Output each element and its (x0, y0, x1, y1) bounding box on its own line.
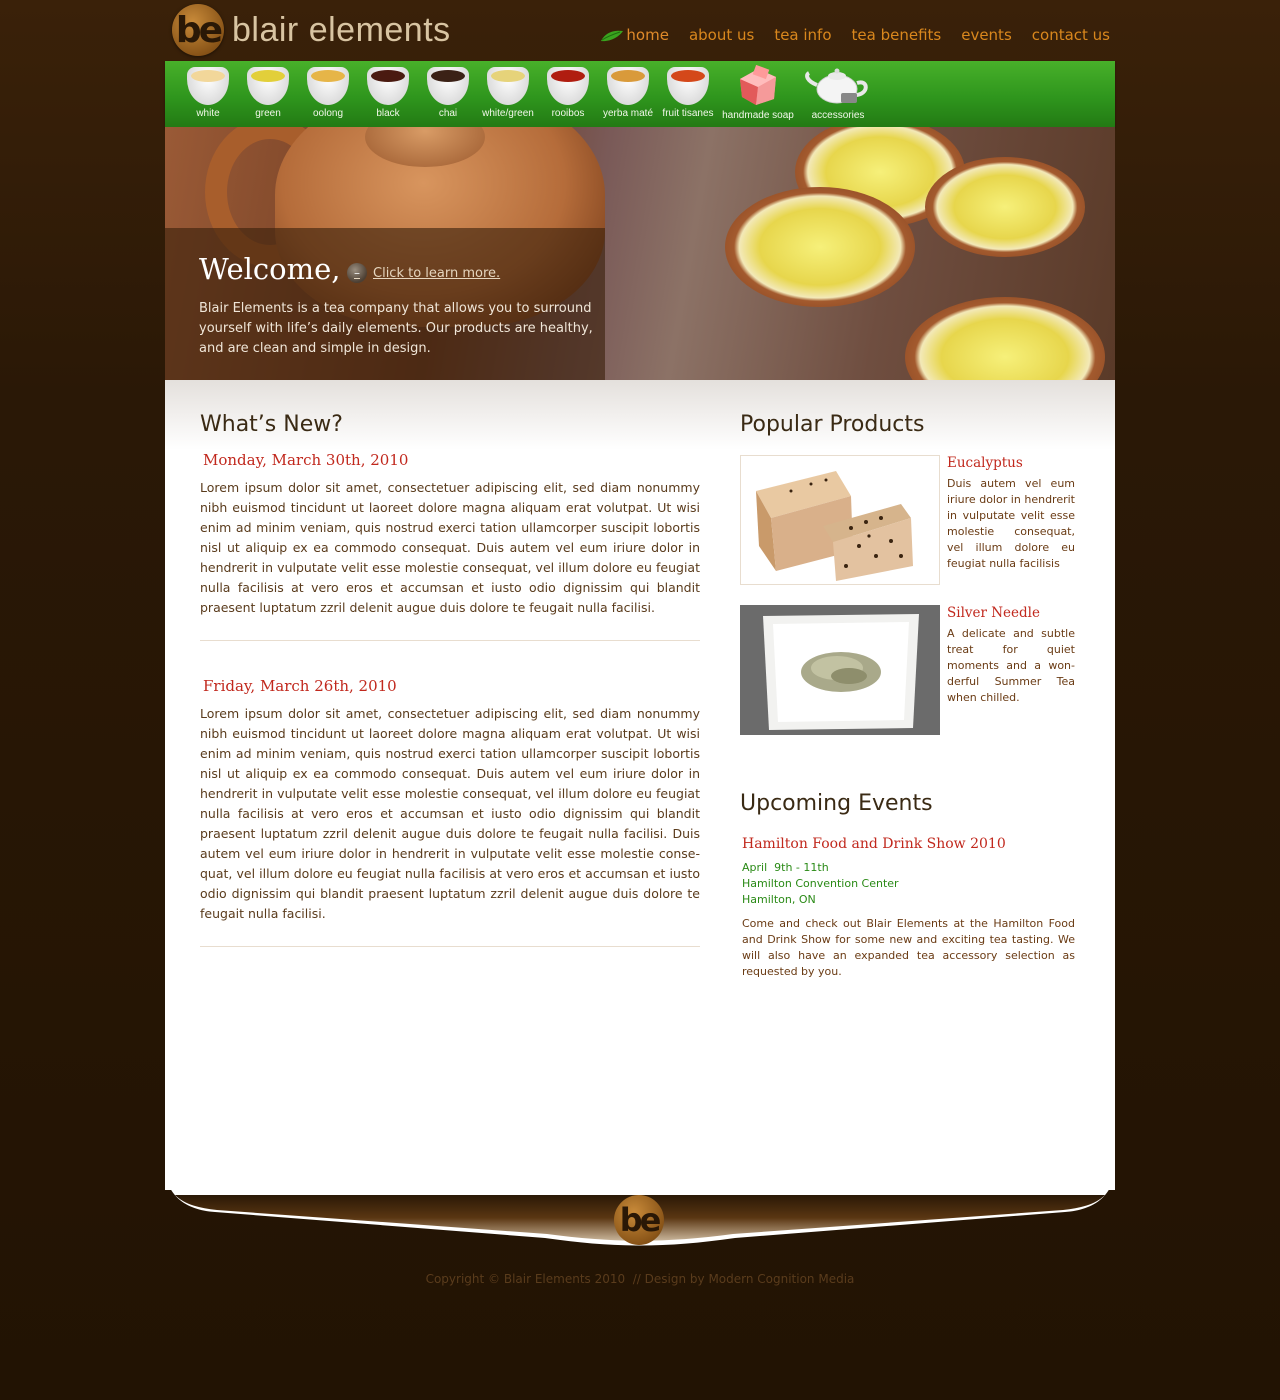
divider (200, 640, 700, 641)
minus-icon: – (347, 263, 367, 283)
nav-tea-info[interactable]: tea info (774, 26, 831, 44)
hero-description: Blair Elements is a tea company that all… (199, 301, 593, 356)
whats-new-section: What’s New? Monday, March 30th, 2010 Lor… (200, 412, 700, 947)
product-description: Duis autem vel eum iriure dolor in hendr… (947, 477, 1075, 570)
nav-about-us[interactable]: about us (689, 26, 754, 44)
post-date[interactable]: Friday, March 26th, 2010 (200, 677, 700, 695)
hero-title: Welcome, (199, 252, 341, 286)
event-meta: April 9th - 11th Hamilton Convention Cen… (742, 860, 1075, 908)
category-handmade-soap[interactable]: handmade soap (718, 61, 798, 121)
teacup-photo (905, 297, 1105, 380)
main-nav: home about us tea info tea benefits even… (600, 26, 1110, 44)
brand-name: blair elements (232, 10, 451, 49)
logo-mark: be (172, 4, 224, 56)
tea-cup-icon (607, 65, 649, 105)
nav-tea-benefits[interactable]: tea benefits (852, 26, 942, 44)
product-card: Eucalyptus Duis autem vel eum iriure dol… (740, 455, 1075, 585)
nav-home[interactable]: home (600, 26, 669, 44)
category-black[interactable]: black (358, 61, 418, 119)
nav-home-label: home (626, 26, 669, 44)
category-label: white (196, 108, 220, 119)
main-content: What’s New? Monday, March 30th, 2010 Lor… (165, 380, 1115, 1190)
hero-banner: Welcome, – Click to learn more. Blair El… (165, 127, 1115, 380)
event-city: Hamilton, ON (742, 893, 816, 906)
category-yerba-mate[interactable]: yerba maté (598, 61, 658, 119)
footer-logo[interactable]: be (614, 1195, 664, 1245)
category-rooibos[interactable]: rooibos (538, 61, 598, 119)
teacup-photo (925, 157, 1085, 257)
nav-events[interactable]: events (961, 26, 1012, 44)
event-description: Come and check out Blair Elements at the… (742, 917, 1075, 978)
category-label: white/green (482, 108, 534, 119)
category-label: green (255, 108, 281, 119)
category-label: fruit tisanes (662, 108, 714, 119)
event-dates: April 9th - 11th (742, 861, 829, 874)
soap-icon (740, 65, 776, 105)
category-label: handmade soap (722, 110, 794, 121)
brand-logo[interactable]: be blair elements (172, 4, 451, 56)
category-label: rooibos (551, 108, 585, 119)
tea-cup-icon (247, 65, 289, 105)
category-label: chai (438, 108, 458, 119)
tea-cup-icon (547, 65, 589, 105)
category-label: black (376, 108, 400, 119)
event-title[interactable]: Hamilton Food and Drink Show 2010 (742, 836, 1075, 852)
leaf-icon (601, 30, 624, 41)
product-image[interactable] (740, 455, 940, 585)
category-label: oolong (312, 108, 344, 119)
tea-cup-icon (427, 65, 469, 105)
whats-new-heading: What’s New? (200, 412, 343, 437)
news-post: Monday, March 30th, 2010 Lorem ipsum dol… (200, 451, 700, 618)
tea-cup-icon (487, 65, 529, 105)
category-bar: white green oolong black chai white/gree… (165, 61, 1115, 127)
category-green[interactable]: green (238, 61, 298, 119)
product-image[interactable] (740, 605, 940, 735)
divider (200, 946, 700, 947)
learn-more-link[interactable]: – Click to learn more. (347, 263, 500, 283)
copyright: Copyright © Blair Elements 2010 // Desig… (425, 1272, 855, 1286)
learn-more-label: Click to learn more. (373, 265, 501, 281)
product-card: Silver Needle A delicate and subtle trea… (740, 605, 1075, 735)
post-date[interactable]: Monday, March 30th, 2010 (200, 451, 700, 469)
category-chai[interactable]: chai (418, 61, 478, 119)
category-accessories[interactable]: accessories (798, 61, 878, 121)
event-venue: Hamilton Convention Center (742, 877, 899, 890)
category-fruit-tisanes[interactable]: fruit tisanes (658, 61, 718, 119)
sidebar: Popular Products Eucalyptus Duis autem v… (740, 412, 1075, 980)
tea-cup-icon (667, 65, 709, 105)
tea-cup-icon (367, 65, 409, 105)
category-label: accessories (811, 110, 865, 121)
footer-logo-mark: be (619, 1201, 662, 1239)
tea-cup-icon (187, 65, 229, 105)
category-white[interactable]: white (178, 61, 238, 119)
product-name[interactable]: Eucalyptus (947, 455, 1075, 471)
category-white-green[interactable]: white/green (478, 61, 538, 119)
teapot-icon (805, 68, 868, 104)
product-description: A delicate and subtle treat for quiet mo… (947, 627, 1075, 704)
teacup-photo (725, 187, 915, 307)
product-name[interactable]: Silver Needle (947, 605, 1075, 621)
category-oolong[interactable]: oolong (298, 61, 358, 119)
nav-contact-us[interactable]: contact us (1032, 26, 1110, 44)
category-label: yerba maté (602, 108, 654, 119)
tea-cup-icon (307, 65, 349, 105)
upcoming-events-heading: Upcoming Events (740, 791, 933, 816)
event-item: Hamilton Food and Drink Show 2010 April … (740, 836, 1075, 980)
post-body: Lorem ipsum dolor sit amet, consectetuer… (200, 480, 700, 615)
popular-products-heading: Popular Products (740, 412, 925, 437)
news-post: Friday, March 26th, 2010 Lorem ipsum dol… (200, 677, 700, 924)
post-body: Lorem ipsum dolor sit amet, consectetuer… (200, 706, 700, 921)
